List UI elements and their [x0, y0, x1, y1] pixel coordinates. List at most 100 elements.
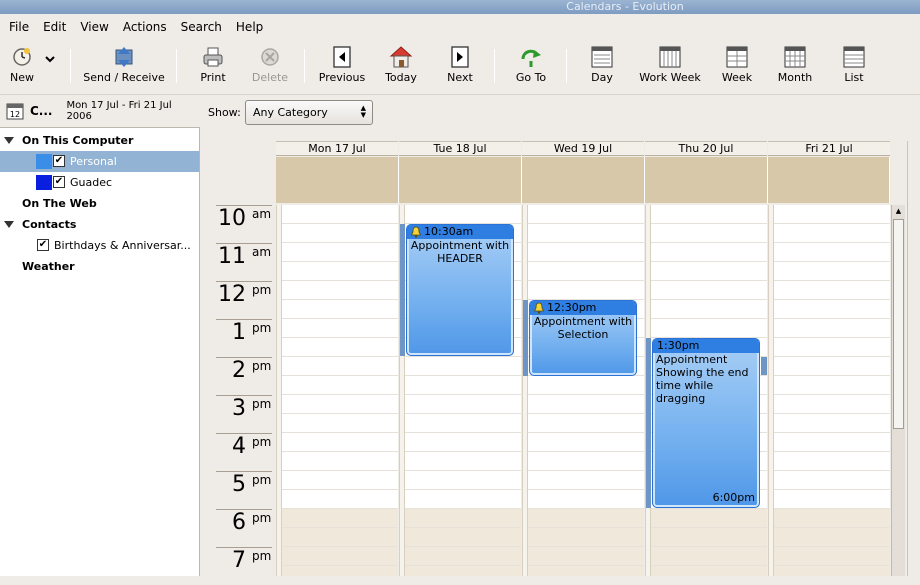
time-slot[interactable] [405, 357, 521, 376]
goto-button[interactable]: Go To [508, 45, 554, 93]
time-slot[interactable] [528, 528, 644, 547]
time-slot[interactable] [405, 205, 521, 224]
menu-help[interactable]: Help [229, 20, 270, 34]
time-slot[interactable] [405, 414, 521, 433]
time-slot[interactable] [774, 414, 890, 433]
day-header-thu[interactable]: Thu 20 Jul [645, 141, 767, 156]
time-slot[interactable] [282, 414, 398, 433]
time-slot[interactable] [774, 357, 890, 376]
day-header-fri[interactable]: Fri 21 Jul [768, 141, 890, 156]
time-slot[interactable] [282, 509, 398, 528]
time-slot[interactable] [774, 471, 890, 490]
time-slot[interactable] [282, 262, 398, 281]
time-slot[interactable] [774, 528, 890, 547]
time-slot[interactable] [282, 224, 398, 243]
event-appointment-dragging[interactable]: 1:30pm Appointment Showing the end time … [652, 338, 760, 508]
time-slot[interactable] [405, 395, 521, 414]
time-slot[interactable] [528, 452, 644, 471]
day-column-mon[interactable] [282, 205, 398, 576]
previous-button[interactable]: Previous [316, 45, 368, 93]
time-slot[interactable] [774, 281, 890, 300]
vertical-scrollbar[interactable]: ▲ [891, 205, 905, 576]
time-slot[interactable] [528, 205, 644, 224]
menu-view[interactable]: View [73, 20, 115, 34]
time-slot[interactable] [651, 509, 767, 528]
allday-cell[interactable] [399, 157, 522, 203]
time-slot[interactable] [651, 224, 767, 243]
time-slot[interactable] [282, 376, 398, 395]
category-combo[interactable]: Any Category ▲ ▼ [245, 100, 373, 125]
time-slot[interactable] [405, 376, 521, 395]
expander-icon[interactable] [4, 137, 14, 144]
time-slot[interactable] [405, 433, 521, 452]
time-slot[interactable] [282, 528, 398, 547]
time-slot[interactable] [774, 547, 890, 566]
time-slot[interactable] [282, 338, 398, 357]
time-slot[interactable] [528, 243, 644, 262]
time-slot[interactable] [405, 509, 521, 528]
time-slot[interactable] [528, 509, 644, 528]
new-button[interactable]: New [4, 45, 40, 93]
work-week-view-button[interactable]: Work Week [634, 45, 706, 93]
time-slot[interactable] [774, 319, 890, 338]
time-slot[interactable] [282, 547, 398, 566]
expander-icon[interactable] [4, 221, 14, 228]
group-on-this-computer[interactable]: On This Computer [0, 130, 199, 151]
time-slot[interactable] [282, 471, 398, 490]
day-header-mon[interactable]: Mon 17 Jul [276, 141, 398, 156]
time-slot[interactable] [528, 281, 644, 300]
time-slot[interactable] [405, 490, 521, 509]
time-slot[interactable] [282, 281, 398, 300]
week-view-button[interactable]: Week [716, 45, 758, 93]
day-header-tue[interactable]: Tue 18 Jul [399, 141, 521, 156]
time-slot[interactable] [282, 243, 398, 262]
time-slot[interactable] [528, 490, 644, 509]
time-slot[interactable] [405, 528, 521, 547]
time-slot[interactable] [282, 452, 398, 471]
new-dropdown-button[interactable] [40, 53, 60, 101]
time-slot[interactable] [774, 300, 890, 319]
delete-button[interactable]: Delete [248, 45, 292, 93]
today-button[interactable]: Today [380, 45, 422, 93]
time-slot[interactable] [528, 433, 644, 452]
menu-search[interactable]: Search [174, 20, 229, 34]
day-view-button[interactable]: Day [584, 45, 620, 93]
time-slot[interactable] [282, 433, 398, 452]
time-slot[interactable] [405, 547, 521, 566]
send-receive-button[interactable]: Send / Receive [80, 45, 168, 93]
menu-actions[interactable]: Actions [116, 20, 174, 34]
time-slot[interactable] [651, 547, 767, 566]
print-button[interactable]: Print [192, 45, 234, 93]
time-slot[interactable] [528, 262, 644, 281]
time-slot[interactable] [282, 357, 398, 376]
time-slot[interactable] [282, 300, 398, 319]
time-slot[interactable] [528, 224, 644, 243]
scrollbar-thumb[interactable] [893, 219, 904, 429]
time-slot[interactable] [774, 395, 890, 414]
next-button[interactable]: Next [440, 45, 480, 93]
time-slot[interactable] [774, 243, 890, 262]
time-slot[interactable] [774, 490, 890, 509]
time-slot[interactable] [651, 243, 767, 262]
allday-cell[interactable] [645, 157, 768, 203]
time-slot[interactable] [282, 490, 398, 509]
calendar-item-guadec[interactable]: ✔ Guadec [0, 172, 199, 193]
calendar-item-personal[interactable]: ✔ Personal [0, 151, 199, 172]
month-view-button[interactable]: Month [772, 45, 818, 93]
menu-file[interactable]: File [2, 20, 36, 34]
time-slot[interactable] [774, 205, 890, 224]
time-slot[interactable] [651, 528, 767, 547]
time-slot[interactable] [405, 566, 521, 576]
time-slot[interactable] [651, 300, 767, 319]
time-slot[interactable] [774, 452, 890, 471]
day-column-fri[interactable] [774, 205, 890, 576]
time-slot[interactable] [528, 376, 644, 395]
time-slot[interactable] [528, 471, 644, 490]
time-slot[interactable] [282, 395, 398, 414]
allday-cell[interactable] [522, 157, 645, 203]
time-slot[interactable] [282, 319, 398, 338]
time-slot[interactable] [651, 566, 767, 576]
time-slot[interactable] [774, 376, 890, 395]
time-slot[interactable] [528, 395, 644, 414]
calendar-item-birthdays[interactable]: ✔ Birthdays & Anniversar... [0, 235, 199, 256]
